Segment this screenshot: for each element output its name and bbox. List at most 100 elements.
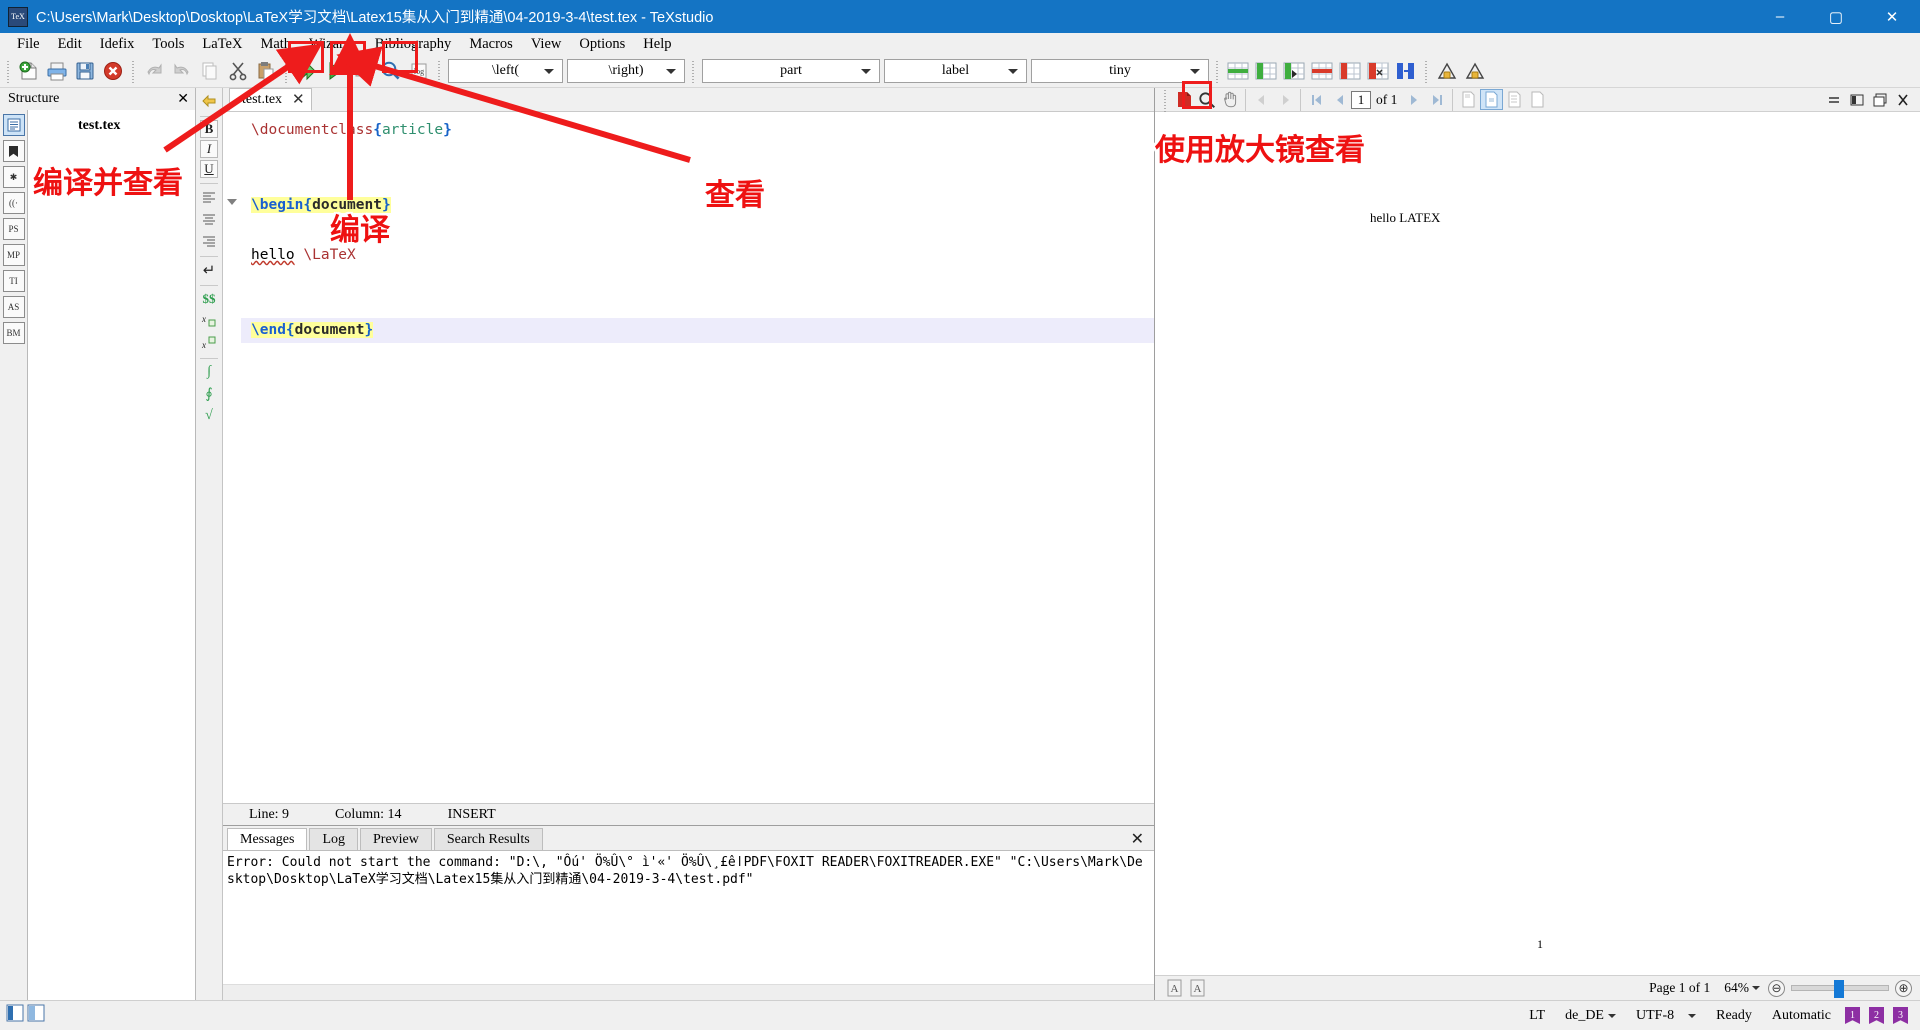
hand-tool-icon[interactable] [1218,89,1241,110]
insert-column-icon[interactable] [1253,58,1279,84]
chevron-down-icon-enc[interactable] [1688,1013,1697,1018]
bookmark-2-icon[interactable]: 2 [1869,1007,1884,1024]
align-center-icon[interactable] [198,209,220,229]
structure-root-test-tex[interactable]: test.tex [28,116,195,136]
tab-test-tex[interactable]: test.tex ✕ [229,88,312,111]
fit-page-icon[interactable] [1480,89,1504,110]
asymptote-icon[interactable]: AS [2,296,25,318]
close-button[interactable]: ✕ [1864,0,1920,33]
status-automatic[interactable]: Automatic [1762,1008,1841,1024]
align-right-icon[interactable] [198,231,220,251]
status-encoding[interactable]: UTF-8 [1626,1008,1706,1024]
next-view-icon[interactable] [1273,89,1296,110]
view-pdf-icon[interactable] [378,58,404,84]
menu-help[interactable]: Help [634,34,680,55]
single-page-icon[interactable] [1526,89,1549,110]
code-line-6[interactable]: hello \LaTeX [241,243,1154,268]
messages-output[interactable]: Error: Could not start the command: "D:\… [223,850,1154,984]
zoom-out-button[interactable]: ⊖ [1768,979,1785,997]
toolbar-grip-3[interactable] [283,59,290,83]
menu-file[interactable]: File [8,34,49,55]
minimize-button[interactable]: – [1752,0,1808,33]
pdf-page-canvas[interactable]: hello LATEX 1 [1155,112,1920,975]
code-line-9[interactable]: \end{document} [241,318,1154,343]
italic-icon[interactable]: I [200,140,218,158]
remove-cell-icon[interactable] [1365,58,1391,84]
panel-toggle-left-icon[interactable] [6,1004,24,1027]
pdf-toolbar-grip[interactable] [1162,87,1169,112]
chevron-down-icon-lang[interactable] [1608,1013,1616,1018]
metapost-icon[interactable]: MP [2,244,25,266]
zoom-slider-knob[interactable] [1834,980,1844,998]
open-pdf-icon[interactable] [1172,89,1195,110]
undo-icon[interactable] [141,58,167,84]
previous-page-icon[interactable] [1328,89,1351,110]
menu-edit[interactable]: Edit [49,34,91,55]
font-size-combo[interactable]: tiny [1031,59,1209,83]
toolbar-grip-2[interactable] [130,59,137,83]
menu-options[interactable]: Options [570,34,634,55]
magnifier-icon[interactable] [1195,89,1218,110]
code-line-2[interactable] [241,143,1154,168]
warning-triangle-icon-2[interactable] [1462,58,1488,84]
fraction-icon[interactable]: ∫ [198,362,220,382]
superscript-icon[interactable]: x [198,333,220,353]
close-icon[interactable]: ✕ [1131,829,1144,849]
pdf-zoom-value[interactable]: 64% [1724,980,1752,996]
tab-preview[interactable]: Preview [360,828,432,850]
code-line-1[interactable]: \documentclass{article} [241,118,1154,143]
maximize-button[interactable]: ▢ [1808,0,1864,33]
code-line-7[interactable] [241,268,1154,293]
code-line-4[interactable]: \begin{document} [241,193,1154,218]
menu-wizards[interactable]: Wizards [300,34,366,55]
close-panel-icon[interactable] [1891,89,1914,110]
next-page-icon[interactable] [1402,89,1425,110]
bookmark-1-icon[interactable]: 1 [1845,1007,1860,1024]
chevron-down-icon-zoom[interactable] [1752,986,1760,990]
float-panel-icon[interactable] [1868,89,1891,110]
menu-math[interactable]: Math [251,34,300,55]
zoom-slider[interactable] [1791,980,1889,998]
close-icon[interactable]: ✕ [177,91,189,108]
underline-icon[interactable]: U [200,160,218,178]
sqrt-icon[interactable]: √ [198,406,220,426]
tab-search-results[interactable]: Search Results [433,828,543,850]
right-delimiter-combo[interactable]: \right) [567,59,685,83]
menu-bibliography[interactable]: Bibliography [366,34,461,55]
editor-gutter[interactable] [223,112,241,803]
beamer-icon[interactable]: BM [2,322,25,344]
menu-tools[interactable]: Tools [143,34,193,55]
newline-icon[interactable]: ↵ [198,260,220,280]
inline-math-icon[interactable]: $$ [198,289,220,309]
code-line-8[interactable] [241,293,1154,318]
save-icon[interactable] [72,58,98,84]
fold-marker-icon[interactable] [227,199,237,205]
sync-to-source-icon[interactable]: A [1163,978,1186,999]
pstricks-icon[interactable]: PS [2,218,25,240]
editor-area[interactable]: \documentclass{article} \begin{document}… [223,112,1154,803]
warning-triangle-icon[interactable] [1434,58,1460,84]
align-left-icon[interactable] [198,187,220,207]
redo-icon[interactable] [169,58,195,84]
zoom-in-button[interactable]: ⊕ [1895,979,1912,997]
copy-icon[interactable] [197,58,223,84]
sync-from-source-icon[interactable]: A [1186,978,1209,999]
symbols-favorites-icon[interactable]: ✱ [2,166,25,188]
stop-icon[interactable] [350,58,376,84]
continuous-icon[interactable] [1503,89,1526,110]
bookmark-marker-icon[interactable] [198,91,220,111]
print-icon[interactable] [44,58,70,84]
toolbar-grip-6[interactable] [1214,59,1221,83]
align-table-icon[interactable] [1393,58,1419,84]
table-cell-icon[interactable] [1281,58,1307,84]
insert-row-icon[interactable] [1225,58,1251,84]
bookmarks-icon[interactable] [2,140,25,162]
panel-toggle-right-icon[interactable] [27,1004,45,1027]
status-languagetool[interactable]: LT [1519,1008,1555,1024]
tab-messages[interactable]: Messages [227,828,308,850]
toolbar-grip-7[interactable] [1423,59,1430,83]
dock-left-icon[interactable] [1845,89,1868,110]
minimize-panel-icon[interactable] [1822,89,1845,110]
delete-column-icon[interactable] [1337,58,1363,84]
close-document-icon[interactable] [100,58,126,84]
